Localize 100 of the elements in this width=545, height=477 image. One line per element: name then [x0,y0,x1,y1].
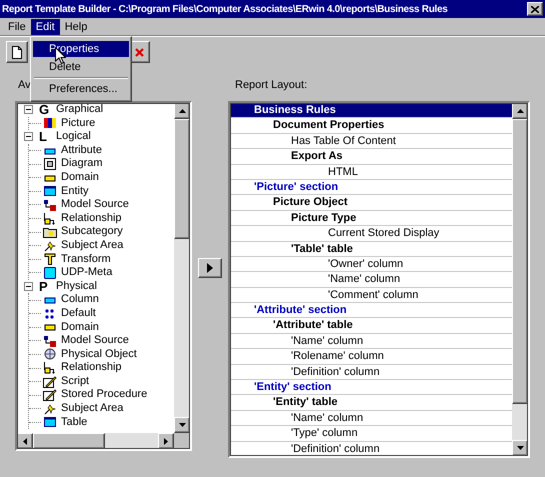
layout-item[interactable]: Business Rules [230,103,512,118]
layout-item[interactable]: 'Owner' column [230,256,512,272]
group-letter: L [39,130,48,144]
menu-item[interactable]: Properties [33,41,129,57]
tree-item-label[interactable]: Logical [56,130,91,144]
menu-item[interactable]: Preferences... [33,81,129,97]
tree-item-label[interactable]: Subcategory [61,225,123,239]
tree-item-label[interactable]: Attribute [61,144,102,158]
tree-item-label[interactable]: Script [61,374,90,388]
scroll-right-button[interactable] [158,433,174,449]
tree-item-label[interactable]: Column [61,293,99,307]
tree-item-label[interactable]: Subject Area [61,238,124,253]
tree-item-label[interactable]: Stored Procedure [61,388,148,402]
new-button[interactable] [6,41,28,63]
document-icon [12,46,22,58]
collapse-icon[interactable] [24,282,33,292]
scrollbar-thumb[interactable] [512,119,528,404]
square-icon [43,266,57,279]
layout-item[interactable]: 'Name' column [230,334,512,350]
layout-item[interactable]: Document Properties [230,118,512,134]
tree-item-label[interactable]: Graphical [56,103,104,117]
right-triangle-icon [207,263,213,273]
up-arrow-icon [516,109,524,113]
pencil-frame-icon [43,376,57,388]
tree-item-label[interactable]: Entity [61,184,89,198]
pin-icon [43,240,57,252]
tree-item-label[interactable]: Table [61,416,88,430]
table-icon [43,185,57,198]
close-icon [134,48,144,56]
layout-item[interactable]: 'Type' column [230,426,512,442]
layout-item[interactable]: 'Name' column [230,272,512,288]
scroll-left-button[interactable] [17,433,33,449]
scroll-up-button[interactable] [174,103,190,119]
menu-item[interactable]: Edit [30,18,60,34]
close-icon [531,6,539,12]
folder-icon [43,226,57,238]
scroll-down-button[interactable] [512,440,528,456]
tree-item-label[interactable]: Model Source [61,198,129,212]
layout-item[interactable]: Has Table Of Content [230,134,512,150]
tree-item-label[interactable]: UDP-Meta [61,266,112,280]
layout-item[interactable]: Export As [230,149,512,165]
linked-boxes-icon [43,334,57,347]
scrollbar-thumb[interactable] [33,433,105,449]
close-button[interactable] [527,2,543,16]
up-arrow-icon [178,109,186,113]
layout-item[interactable]: 'Entity' section [230,380,512,396]
left-arrow-icon [23,438,27,444]
tree-item-label[interactable]: Subject Area [61,402,124,416]
layout-item[interactable]: 'Attribute' table [230,318,512,334]
panel-label: Report Layout: [235,79,308,91]
layout-item[interactable]: 'Name' column [230,410,512,426]
globe-icon [43,348,57,360]
group-letter: G [39,103,50,116]
color-bars-icon [43,117,57,130]
menu-item[interactable]: File [3,18,31,34]
layout-item[interactable]: Current Stored Display [230,226,512,242]
layout-item[interactable]: 'Attribute' section [230,303,512,318]
collapse-icon[interactable] [24,132,33,142]
layout-item[interactable]: 'Comment' column [230,288,512,304]
panel-label: Av [18,79,31,91]
layout-item[interactable]: HTML [230,164,512,180]
layout-item[interactable]: Picture Object [230,195,512,211]
layout-item[interactable]: 'Entity' table [230,395,512,411]
tree-item-label[interactable]: Default [61,306,96,320]
t-shape-icon [43,253,57,266]
tree-item-label[interactable]: Picture [61,116,96,130]
tree-item-label[interactable]: Relationship [61,361,122,375]
scroll-up-button[interactable] [512,103,528,119]
table-icon [43,416,57,428]
linked-boxes-icon [43,198,57,211]
linked-boxes-icon [43,362,57,374]
scroll-down-button[interactable] [174,417,190,433]
layout-item[interactable]: 'Definition' column [230,364,512,380]
menu-item[interactable]: Delete [33,59,129,75]
right-arrow-icon [164,438,168,444]
layout-item[interactable]: 'Picture' section [230,180,512,196]
tree-item-label[interactable]: Physical [56,280,97,294]
layout-item[interactable]: 'Table' table [230,242,512,257]
pin-icon [43,402,57,415]
add-button[interactable] [198,258,222,278]
tree-item-label[interactable]: Physical Object [61,348,137,362]
group-letter: P [39,280,49,294]
framed-square-icon [43,158,57,170]
scrollbar-thumb[interactable] [174,119,190,239]
tree-item-label[interactable]: Model Source [61,334,129,348]
tree-item-label[interactable]: Transform [61,252,111,266]
menu-item[interactable]: Help [60,18,92,34]
linked-boxes-icon [43,212,57,225]
tree-item-label[interactable]: Relationship [61,212,122,226]
collapse-icon[interactable] [24,105,33,114]
tree-item-label[interactable]: Domain [61,170,99,185]
layout-item[interactable]: Picture Type [230,210,512,226]
down-arrow-icon [516,446,524,450]
pencil-frame-icon [43,389,57,402]
scrollbar-corner [174,433,190,449]
window-title: Report Template Builder - C:\Program Files\Computer Associates\ERwin 4.0\reports\Business Rules [2,2,448,16]
layout-item[interactable]: 'Rolename' column [230,349,512,365]
down-arrow-icon [178,423,186,427]
tree-item-label[interactable]: Domain [61,320,99,334]
tree-item-label[interactable]: Diagram [61,157,103,171]
